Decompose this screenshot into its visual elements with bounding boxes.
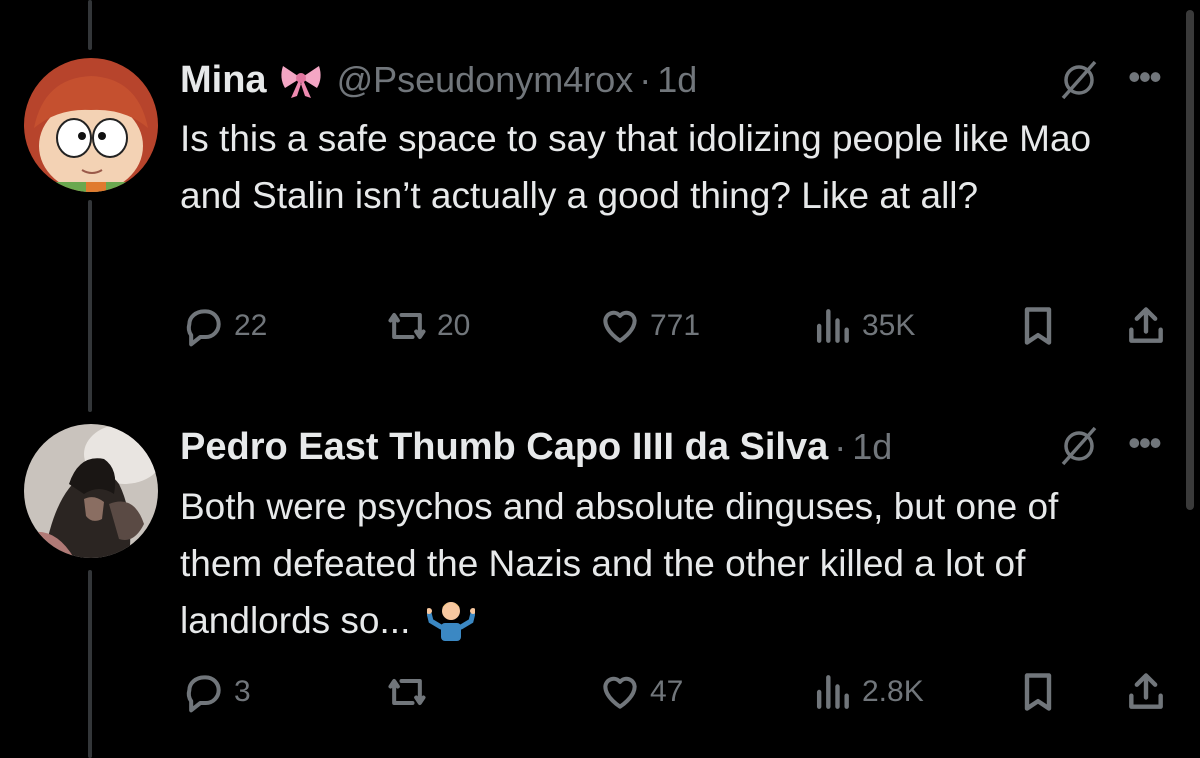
avatar[interactable] (24, 424, 158, 558)
views-bar-chart-icon (816, 309, 849, 343)
tweet-text: Is this a safe space to say that idolizi… (180, 118, 1092, 216)
avatar[interactable] (24, 58, 158, 192)
reply-button[interactable]: 22 (182, 304, 267, 348)
repost-count: 20 (437, 309, 471, 342)
repost-icon (388, 312, 426, 340)
artwork-avatar-icon (24, 424, 158, 558)
timestamp[interactable]: 1d (852, 426, 892, 468)
ribbon-bow-icon (280, 66, 321, 98)
repost-button[interactable] (385, 670, 429, 714)
bookmark-icon (1024, 307, 1052, 345)
heart-icon (603, 676, 637, 709)
heart-icon (603, 310, 637, 343)
reply-count: 22 (234, 309, 268, 342)
share-icon (1129, 307, 1163, 343)
like-button[interactable]: 47 (598, 670, 683, 714)
more-options-icon[interactable]: ••• (1128, 422, 1162, 464)
repost-button[interactable]: 20 (385, 304, 470, 348)
grok-icon[interactable] (1055, 422, 1103, 470)
views-button[interactable]: 35K (810, 304, 915, 348)
bookmark-button[interactable] (1016, 304, 1060, 348)
tweet-header: Pedro East Thumb Capo IIII da Silva · 1d (180, 422, 892, 472)
action-bar: 22 20 771 35K (180, 304, 1170, 354)
like-count: 47 (650, 675, 684, 708)
repost-icon (388, 678, 426, 706)
like-button[interactable]: 771 (598, 304, 700, 348)
bookmark-button[interactable] (1016, 670, 1060, 714)
views-bar-chart-icon (816, 675, 849, 709)
tweet-text: Both were psychos and absolute dinguses,… (180, 478, 1130, 649)
tweet-1[interactable]: Mina @Pseudonym4rox · 1d ••• Is this a s… (0, 0, 1200, 400)
cartoon-avatar-icon (24, 58, 158, 192)
display-name[interactable]: Pedro East Thumb Capo IIII da Silva (180, 426, 828, 469)
more-options-icon[interactable]: ••• (1128, 56, 1162, 98)
share-button[interactable] (1124, 304, 1168, 348)
tweet-header: Mina @Pseudonym4rox · 1d (180, 55, 697, 105)
reply-icon (186, 675, 221, 713)
view-count: 35K (862, 309, 916, 342)
like-count: 771 (650, 309, 701, 342)
share-icon (1129, 673, 1163, 709)
display-name[interactable]: Mina (180, 59, 267, 102)
reply-count: 3 (234, 675, 251, 708)
timestamp[interactable]: 1d (657, 59, 697, 101)
separator-dot: · (834, 426, 847, 467)
view-count: 2.8K (862, 675, 924, 708)
share-button[interactable] (1124, 670, 1168, 714)
handle[interactable]: @Pseudonym4rox (337, 59, 634, 101)
grok-icon[interactable] (1055, 56, 1103, 104)
tweet-2[interactable]: Pedro East Thumb Capo IIII da Silva · 1d… (0, 400, 1200, 758)
views-button[interactable]: 2.8K (810, 670, 924, 714)
reply-button[interactable]: 3 (182, 670, 251, 714)
reply-icon (186, 309, 221, 347)
scrollbar[interactable] (1186, 10, 1194, 510)
person-shrugging-icon (425, 602, 476, 641)
tweet-text-body: Both were psychos and absolute dinguses,… (180, 486, 1059, 641)
action-bar: 3 47 2.8K (180, 670, 1170, 720)
separator-dot: · (639, 59, 652, 100)
bookmark-icon (1024, 673, 1052, 711)
